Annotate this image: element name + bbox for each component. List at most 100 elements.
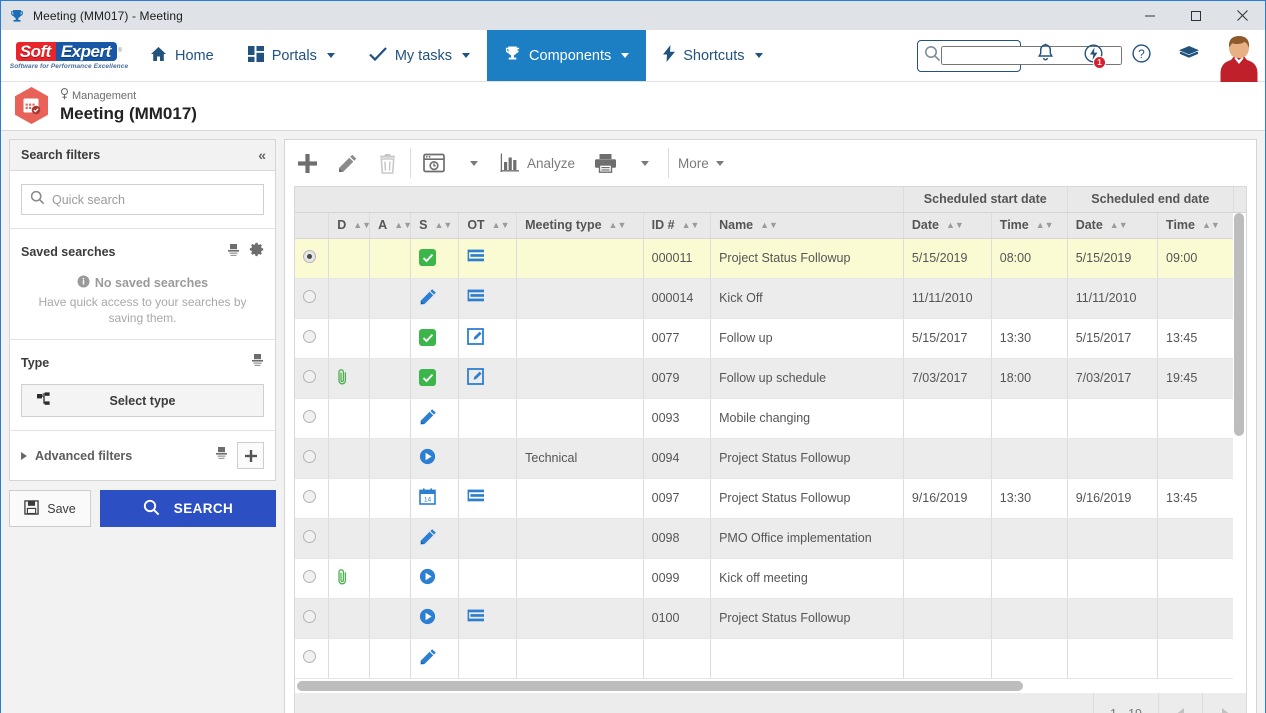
- sort-icon[interactable]: ▲▼: [434, 220, 452, 230]
- row-select-cell[interactable]: [295, 318, 330, 359]
- page-header: Management Meeting (MM017): [1, 82, 1265, 131]
- eraser-icon[interactable]: [227, 243, 240, 262]
- table-row[interactable]: 0100Project Status Followup8/01/201913:0…: [295, 598, 1246, 639]
- col-sched-end-date[interactable]: Date ▲▼: [1067, 212, 1159, 239]
- previous-page-button[interactable]: [1158, 692, 1202, 713]
- quick-search-field[interactable]: [21, 184, 264, 215]
- col-ot[interactable]: OT ▲▼: [458, 212, 518, 239]
- row-radio[interactable]: [303, 370, 316, 383]
- row-select-cell[interactable]: [295, 358, 330, 399]
- scrollbar-thumb[interactable]: [297, 680, 1023, 691]
- col-sched-start-time[interactable]: Time ▲▼: [991, 212, 1068, 239]
- grid-horizontal-scrollbar[interactable]: [295, 678, 1246, 693]
- sort-icon[interactable]: ▲▼: [682, 220, 700, 230]
- save-button[interactable]: Save: [9, 490, 91, 527]
- row-radio[interactable]: [303, 290, 316, 303]
- add-button[interactable]: [287, 143, 327, 183]
- row-select-cell[interactable]: [295, 398, 330, 439]
- print-button[interactable]: [585, 143, 625, 183]
- nav-item-my-tasks[interactable]: My tasks: [352, 30, 487, 81]
- cell-name: [710, 638, 904, 679]
- avatar[interactable]: [1213, 30, 1265, 82]
- row-radio[interactable]: [303, 650, 316, 663]
- sort-icon[interactable]: ▲▼: [394, 220, 409, 230]
- row-radio[interactable]: [303, 530, 316, 543]
- nav-item-home[interactable]: Home: [133, 30, 231, 81]
- col-sched-end-time[interactable]: Time ▲▼: [1157, 212, 1234, 239]
- print-dropdown-button[interactable]: [625, 143, 665, 183]
- col-d[interactable]: D ▲▼: [328, 212, 371, 239]
- col-a[interactable]: A ▲▼: [369, 212, 412, 239]
- table-row[interactable]: 000011 Project Status Followup 5/15/2019 08…: [295, 238, 1246, 279]
- col-name[interactable]: Name ▲▼: [710, 212, 904, 239]
- scrollbar-thumb[interactable]: [1234, 213, 1244, 436]
- row-radio[interactable]: [303, 330, 316, 343]
- close-button[interactable]: [1219, 1, 1265, 30]
- row-radio[interactable]: [303, 450, 316, 463]
- table-row[interactable]: 14 0097 Project Status Followup 9/16/2019 13…: [295, 478, 1246, 519]
- help-button[interactable]: ?: [1117, 30, 1165, 82]
- row-radio[interactable]: [303, 410, 316, 423]
- edit-button[interactable]: [327, 143, 367, 183]
- table-row[interactable]: 0098PMO Office implementation8/19/201915…: [295, 518, 1246, 559]
- nav-item-components[interactable]: Components: [487, 30, 647, 81]
- nav-item-shortcuts[interactable]: Shortcuts: [646, 30, 779, 81]
- global-search-box[interactable]: [917, 39, 1122, 72]
- search-button-label: SEARCH: [173, 501, 234, 516]
- sort-icon[interactable]: ▲▼: [1202, 220, 1220, 230]
- col-id[interactable]: ID # ▲▼: [643, 212, 712, 239]
- softexpert-logo[interactable]: Soft Expert ® Software for Performance E…: [1, 30, 133, 81]
- sort-icon[interactable]: ▲▼: [492, 220, 510, 230]
- maximize-button[interactable]: [1173, 1, 1219, 30]
- quick-search-input[interactable]: [52, 192, 255, 207]
- analyze-button[interactable]: Analyze: [494, 143, 585, 183]
- table-row[interactable]: 0079 Follow up schedule 7/03/2017 18:00 7/03…: [295, 358, 1246, 399]
- eraser-icon[interactable]: [251, 353, 264, 372]
- table-row[interactable]: 000014Kick Off11/11/201011/11/201011/11/…: [295, 278, 1246, 319]
- sort-icon[interactable]: ▲▼: [760, 220, 778, 230]
- select-type-button[interactable]: Select type: [21, 384, 264, 417]
- table-row[interactable]: Technical0094Project Status Followup8/15…: [295, 438, 1246, 479]
- sort-icon[interactable]: ▲▼: [946, 220, 964, 230]
- nav-item-portals[interactable]: Portals: [231, 30, 352, 81]
- col-s[interactable]: S ▲▼: [410, 212, 460, 239]
- row-select-cell[interactable]: [295, 558, 330, 599]
- row-select-cell[interactable]: [295, 598, 330, 639]
- sort-icon[interactable]: ▲▼: [1036, 220, 1054, 230]
- row-select-cell[interactable]: [295, 278, 330, 319]
- row-radio[interactable]: [303, 490, 316, 503]
- row-select-cell[interactable]: [295, 478, 330, 519]
- chevron-double-left-icon[interactable]: «: [258, 147, 266, 163]
- search-button[interactable]: SEARCH: [100, 490, 276, 527]
- row-select-cell[interactable]: [295, 438, 330, 479]
- col-sched-start-date[interactable]: Date ▲▼: [903, 212, 992, 239]
- quick-action-button[interactable]: 1: [1069, 30, 1117, 82]
- table-row[interactable]: 0077 Follow up 5/15/2017 13:30 5/15/2017 13:4…: [295, 318, 1246, 359]
- table-row[interactable]: 0099Kick off meeting8/12/201908:008/23: [295, 558, 1246, 599]
- col-meeting-type[interactable]: Meeting type ▲▼: [516, 212, 644, 239]
- sort-icon[interactable]: ▲▼: [1110, 220, 1128, 230]
- table-row[interactable]: [295, 638, 1246, 679]
- row-select-cell[interactable]: [295, 518, 330, 559]
- sort-icon[interactable]: ▲▼: [609, 220, 627, 230]
- add-filter-button[interactable]: [237, 442, 264, 469]
- row-radio[interactable]: [303, 250, 316, 263]
- next-page-button[interactable]: [1202, 692, 1246, 713]
- notifications-button[interactable]: [1021, 30, 1069, 82]
- delete-button[interactable]: [367, 143, 407, 183]
- row-radio[interactable]: [303, 570, 316, 583]
- view-dropdown-button[interactable]: [454, 143, 494, 183]
- view-button[interactable]: [414, 143, 454, 183]
- gear-icon[interactable]: [249, 242, 264, 262]
- eraser-icon[interactable]: [215, 446, 228, 465]
- row-radio[interactable]: [303, 610, 316, 623]
- advanced-filters-row[interactable]: Advanced filters: [10, 431, 275, 480]
- row-select-cell[interactable]: [295, 638, 330, 679]
- table-row[interactable]: 0093Mobile changing8/14/201911:008/14: [295, 398, 1246, 439]
- row-select-cell[interactable]: [295, 238, 330, 279]
- minimize-button[interactable]: [1127, 1, 1173, 30]
- sort-icon[interactable]: ▲▼: [353, 220, 368, 230]
- grid-vertical-scrollbar[interactable]: [1233, 213, 1246, 693]
- academy-button[interactable]: [1165, 30, 1213, 82]
- more-button[interactable]: More: [672, 143, 734, 183]
